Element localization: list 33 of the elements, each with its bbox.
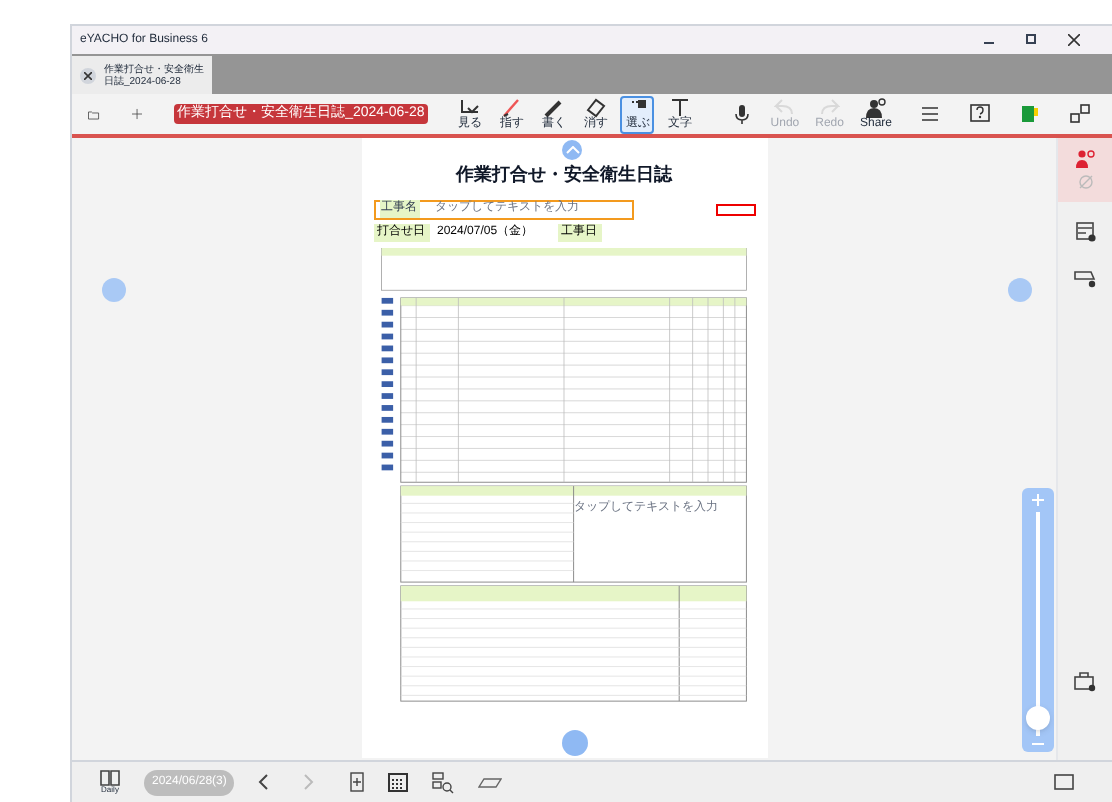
search-icon[interactable] xyxy=(432,771,455,793)
redo-icon xyxy=(819,98,840,118)
form-settings-icon[interactable] xyxy=(1075,222,1095,242)
window-icon[interactable] xyxy=(1054,773,1076,791)
slider-thumb[interactable] xyxy=(1026,706,1050,731)
eraser-icon xyxy=(585,98,606,118)
previous-icon[interactable] xyxy=(258,774,269,790)
calendar-icon[interactable] xyxy=(388,772,409,792)
menu-icon xyxy=(919,104,939,124)
document-heading: 作業打合せ・安全衛生日誌 xyxy=(456,162,672,188)
toolbox-settings-icon[interactable] xyxy=(1074,672,1096,692)
maximize-icon[interactable] xyxy=(1026,34,1036,44)
stamp-field[interactable] xyxy=(715,203,755,215)
collaboration-panel[interactable] xyxy=(1058,138,1112,202)
color-swatch-icon xyxy=(1019,104,1039,124)
expand-icon xyxy=(1069,104,1089,124)
help-icon xyxy=(969,104,989,124)
close-icon[interactable] xyxy=(1068,34,1080,46)
close-icon[interactable] xyxy=(80,67,96,83)
folder-icon[interactable] xyxy=(88,105,100,123)
eraser-icon[interactable] xyxy=(478,777,503,787)
add-page-icon[interactable] xyxy=(350,772,365,792)
pen-icon xyxy=(543,98,564,118)
undo-icon xyxy=(774,98,795,118)
people-icon xyxy=(865,98,886,118)
text-icon xyxy=(669,98,690,118)
zoom-slider[interactable] xyxy=(1022,488,1054,752)
book-icon xyxy=(100,770,120,786)
microphone-icon xyxy=(731,104,752,124)
tag-settings-icon[interactable] xyxy=(1074,270,1096,288)
view-icon xyxy=(459,98,480,118)
pointer-icon xyxy=(501,98,522,118)
people-icon[interactable] xyxy=(1075,150,1095,168)
